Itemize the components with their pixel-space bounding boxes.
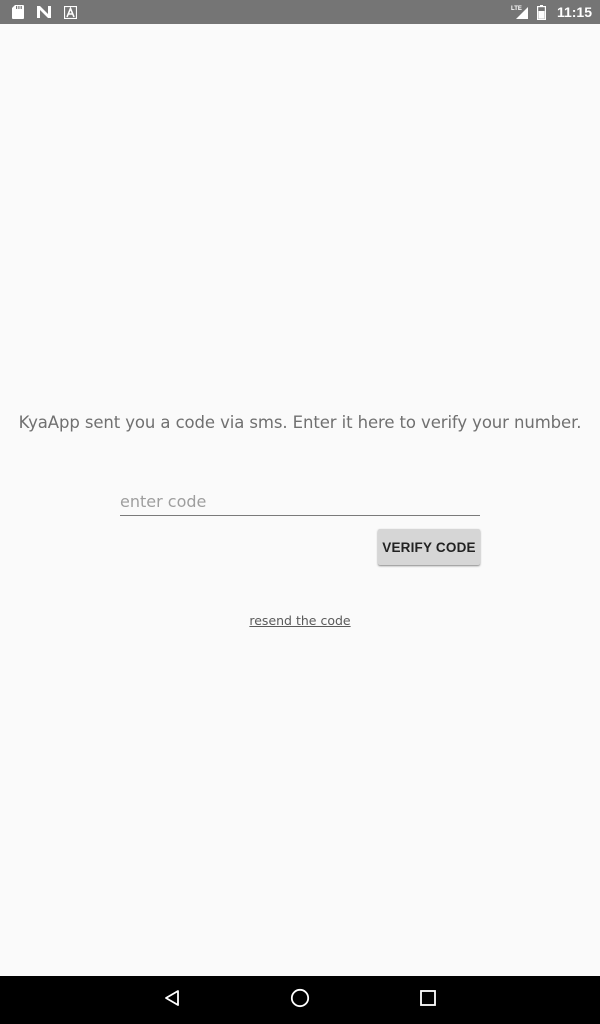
battery-icon bbox=[537, 4, 547, 20]
verify-code-button[interactable]: VERIFY CODE bbox=[378, 529, 480, 565]
back-button[interactable] bbox=[160, 988, 184, 1012]
svg-text:LTE: LTE bbox=[511, 6, 522, 12]
status-left-icons bbox=[10, 4, 78, 20]
verification-message: KyaApp sent you a code via sms. Enter it… bbox=[18, 413, 582, 432]
status-bar: LTE 11:15 bbox=[0, 0, 600, 24]
recents-icon bbox=[419, 989, 437, 1011]
back-icon bbox=[163, 989, 181, 1011]
navigation-bar bbox=[0, 976, 600, 1024]
home-icon bbox=[290, 988, 310, 1012]
status-right-icons: LTE 11:15 bbox=[511, 4, 592, 20]
recents-button[interactable] bbox=[416, 988, 440, 1012]
status-clock: 11:15 bbox=[556, 4, 592, 20]
resend-code-link[interactable]: resend the code bbox=[0, 613, 600, 628]
home-button[interactable] bbox=[288, 988, 312, 1012]
lte-signal-icon: LTE bbox=[511, 4, 531, 20]
code-input[interactable] bbox=[120, 488, 480, 516]
a-notification-icon bbox=[62, 4, 78, 20]
verification-screen: LTE 11:15 KyaApp sent you a code via sms… bbox=[0, 0, 600, 1024]
sd-card-icon bbox=[10, 4, 26, 20]
n-notification-icon bbox=[36, 4, 52, 20]
